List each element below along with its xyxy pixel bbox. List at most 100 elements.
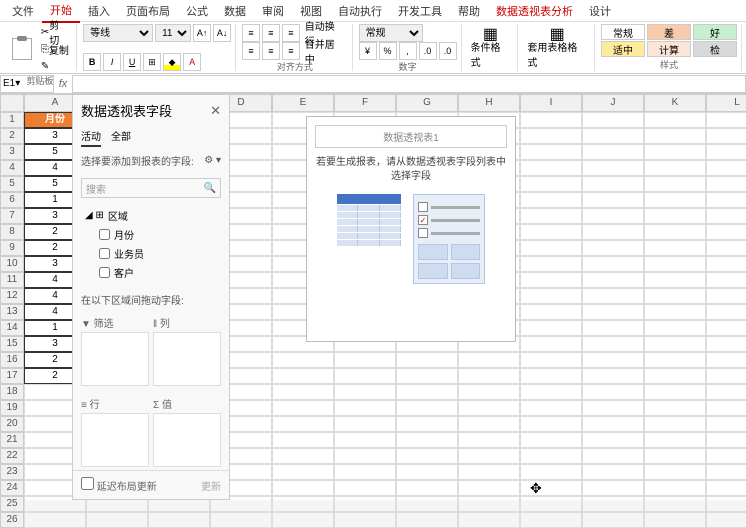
row-header[interactable]: 10 <box>0 256 24 272</box>
cell[interactable] <box>644 416 706 432</box>
defer-checkbox[interactable]: 延迟布局更新 <box>81 477 157 493</box>
cell[interactable] <box>644 176 706 192</box>
cell[interactable] <box>582 192 644 208</box>
cell[interactable] <box>334 384 396 400</box>
cell[interactable] <box>396 384 458 400</box>
cell[interactable] <box>582 496 644 512</box>
cell[interactable] <box>520 112 582 128</box>
cell[interactable] <box>272 464 334 480</box>
cell[interactable] <box>396 480 458 496</box>
cell[interactable] <box>582 224 644 240</box>
cell[interactable] <box>644 352 706 368</box>
cell[interactable] <box>706 208 746 224</box>
cell[interactable] <box>520 448 582 464</box>
cell[interactable] <box>520 352 582 368</box>
cell[interactable] <box>520 208 582 224</box>
cell[interactable] <box>644 112 706 128</box>
fx-icon[interactable]: fx <box>54 78 72 90</box>
cell[interactable] <box>582 384 644 400</box>
cell[interactable] <box>644 272 706 288</box>
cell[interactable] <box>582 368 644 384</box>
cell[interactable] <box>334 352 396 368</box>
cell[interactable] <box>520 496 582 512</box>
align-center[interactable]: ≡ <box>262 42 280 60</box>
tab-pivot-analyze[interactable]: 数据透视表分析 <box>488 0 581 22</box>
panel-close[interactable]: ✕ <box>210 103 221 119</box>
cell[interactable] <box>334 480 396 496</box>
row-header[interactable]: 8 <box>0 224 24 240</box>
cell[interactable] <box>520 224 582 240</box>
update-button[interactable]: 更新 <box>201 478 221 493</box>
cell[interactable] <box>706 480 746 496</box>
align-mid[interactable]: ≡ <box>262 24 280 42</box>
italic-button[interactable]: I <box>103 53 121 71</box>
cell[interactable] <box>706 448 746 464</box>
tree-node[interactable]: ◢ ⊞ 区域 <box>85 206 217 225</box>
cell[interactable] <box>582 432 644 448</box>
area-cols[interactable] <box>153 332 221 386</box>
cell[interactable] <box>396 400 458 416</box>
cell[interactable] <box>582 288 644 304</box>
col-header[interactable]: J <box>582 94 644 112</box>
cell[interactable] <box>706 272 746 288</box>
cell[interactable] <box>644 400 706 416</box>
cell[interactable] <box>334 400 396 416</box>
cell[interactable] <box>582 336 644 352</box>
cell[interactable] <box>458 480 520 496</box>
tab-dev[interactable]: 开发工具 <box>390 0 450 22</box>
cell[interactable] <box>86 512 148 528</box>
cell[interactable] <box>582 256 644 272</box>
row-header[interactable]: 23 <box>0 464 24 480</box>
cell[interactable] <box>520 432 582 448</box>
cell[interactable] <box>520 416 582 432</box>
panel-tab-active[interactable]: 活动 <box>81 126 101 147</box>
decrease-font[interactable]: A↓ <box>213 24 231 42</box>
row-header[interactable]: 5 <box>0 176 24 192</box>
cell[interactable] <box>396 464 458 480</box>
merge-center[interactable]: 合并居中 <box>302 43 348 59</box>
align-bot[interactable]: ≡ <box>282 24 300 42</box>
style-good[interactable]: 好 <box>693 24 737 40</box>
row-header[interactable]: 16 <box>0 352 24 368</box>
cell[interactable] <box>396 432 458 448</box>
cell[interactable] <box>706 144 746 160</box>
tab-data[interactable]: 数据 <box>216 0 254 22</box>
cell[interactable] <box>520 160 582 176</box>
cell[interactable] <box>706 384 746 400</box>
cell[interactable] <box>706 128 746 144</box>
cell[interactable] <box>520 128 582 144</box>
tab-layout[interactable]: 页面布局 <box>118 0 178 22</box>
style-check[interactable]: 检 <box>693 41 737 57</box>
col-header[interactable]: F <box>334 94 396 112</box>
gear-icon[interactable]: ⚙ ▾ <box>204 155 221 166</box>
cell[interactable] <box>520 288 582 304</box>
row-header[interactable]: 15 <box>0 336 24 352</box>
cell[interactable] <box>644 368 706 384</box>
field-month[interactable]: 月份 <box>85 225 217 244</box>
style-normal[interactable]: 常规 <box>601 24 645 40</box>
cell[interactable] <box>582 480 644 496</box>
cell[interactable] <box>582 448 644 464</box>
cell[interactable] <box>272 352 334 368</box>
cell[interactable] <box>644 128 706 144</box>
cell[interactable] <box>334 368 396 384</box>
cell[interactable] <box>520 272 582 288</box>
tab-formula[interactable]: 公式 <box>178 0 216 22</box>
row-header[interactable]: 18 <box>0 384 24 400</box>
cell[interactable] <box>396 368 458 384</box>
table-format[interactable]: 套用表格格式 <box>524 46 590 62</box>
cell[interactable] <box>644 480 706 496</box>
cell[interactable] <box>520 192 582 208</box>
cell[interactable] <box>148 512 210 528</box>
field-sales[interactable]: 业务员 <box>85 244 217 263</box>
row-header[interactable]: 20 <box>0 416 24 432</box>
cell[interactable] <box>644 160 706 176</box>
cell[interactable] <box>706 432 746 448</box>
cell[interactable] <box>582 112 644 128</box>
fill-color[interactable]: ◆ <box>163 53 181 71</box>
style-calc[interactable]: 计算 <box>647 41 691 57</box>
cell[interactable] <box>272 432 334 448</box>
bold-button[interactable]: B <box>83 53 101 71</box>
cell[interactable] <box>644 256 706 272</box>
row-header[interactable]: 22 <box>0 448 24 464</box>
